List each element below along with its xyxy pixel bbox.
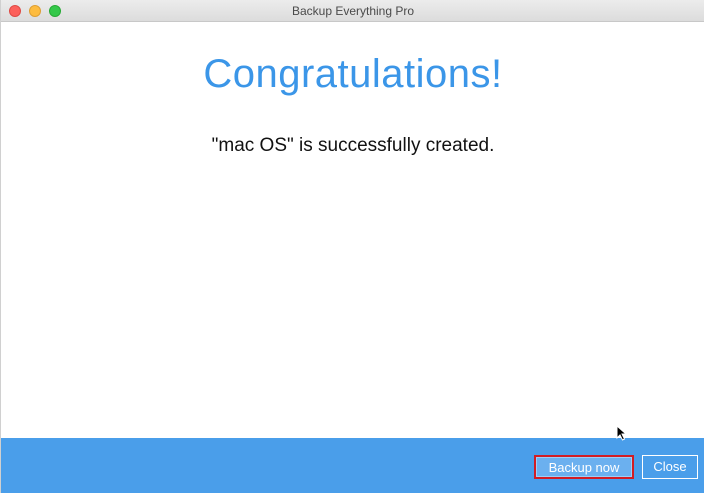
app-window: Backup Everything Pro Congratulations! "… — [0, 0, 704, 493]
window-title: Backup Everything Pro — [291, 4, 415, 18]
title-bar[interactable]: Backup Everything Pro — [1, 0, 704, 22]
backup-now-button[interactable]: Backup now — [534, 455, 634, 479]
close-button[interactable]: Close — [642, 455, 698, 479]
success-message: "mac OS" is successfully created. — [211, 135, 495, 156]
congratulations-heading: Congratulations! — [203, 52, 503, 96]
footer-bar: Backup now Close — [1, 438, 704, 493]
main-content: Congratulations! "mac OS" is successfull… — [1, 22, 704, 438]
mouse-pointer-icon — [616, 425, 628, 441]
